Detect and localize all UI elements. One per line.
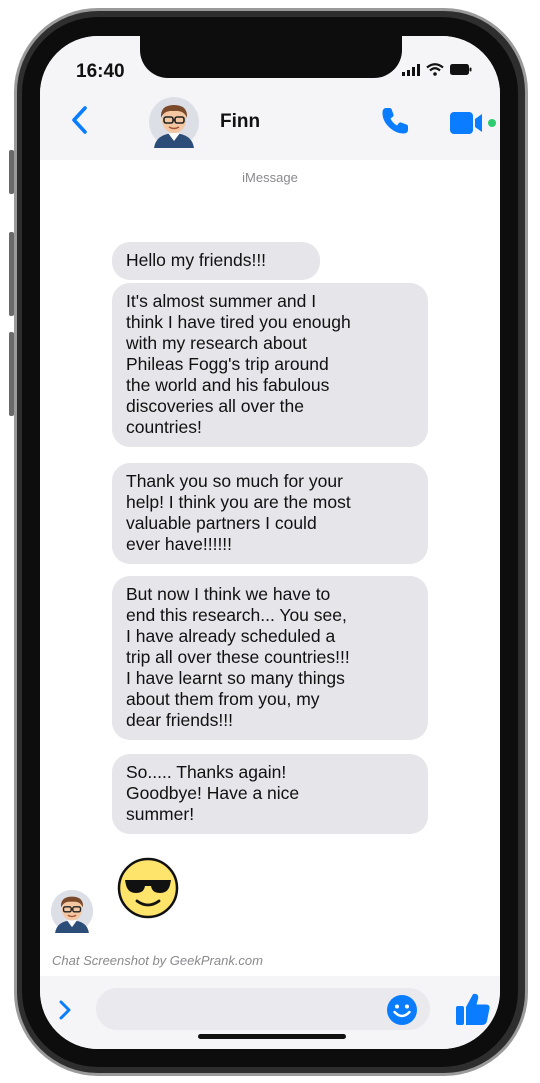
home-indicator xyxy=(198,1034,346,1039)
message-text: Hello my friends!!! xyxy=(126,250,267,270)
status-icons xyxy=(402,63,472,76)
message-bubble[interactable]: Hello my friends!!! xyxy=(112,242,320,280)
message-bubble[interactable]: So..... Thanks again! Goodbye! Have a ni… xyxy=(112,754,428,834)
message-text: Thank you so much for your help! I think… xyxy=(126,471,351,554)
contact-avatar[interactable] xyxy=(148,96,200,148)
thumbs-up-icon[interactable] xyxy=(455,992,491,1026)
message-input[interactable] xyxy=(96,988,430,1030)
message-text: So..... Thanks again! Goodbye! Have a ni… xyxy=(126,762,300,824)
message-bubble[interactable]: But now I think we have to end this rese… xyxy=(112,576,428,740)
watermark-text: Chat Screenshot by GeekPrank.com xyxy=(52,953,263,968)
video-camera-icon[interactable] xyxy=(450,111,498,135)
contact-name[interactable]: Finn xyxy=(220,111,260,133)
message-bubble[interactable]: Thank you so much for your help! I think… xyxy=(112,463,428,564)
mute-switch xyxy=(9,150,14,194)
notch xyxy=(140,36,402,78)
expand-chevron-icon[interactable] xyxy=(58,1000,72,1020)
volume-down-button xyxy=(9,332,14,416)
signal-icon xyxy=(402,63,420,76)
battery-icon xyxy=(450,64,472,75)
status-time: 16:40 xyxy=(76,61,125,82)
chat-header: 16:40 Finn xyxy=(40,36,500,160)
sunglasses-emoji-icon[interactable] xyxy=(116,856,180,920)
phone-icon[interactable] xyxy=(380,106,410,136)
volume-up-button xyxy=(9,232,14,316)
back-chevron-icon[interactable] xyxy=(70,106,88,134)
wifi-icon xyxy=(426,63,444,76)
screen: 16:40 Finn iMessage Hello my friends!!! … xyxy=(40,36,500,1049)
smiley-icon[interactable] xyxy=(386,994,418,1026)
contact-avatar-small[interactable] xyxy=(50,889,94,933)
message-text: But now I think we have to end this rese… xyxy=(126,584,350,730)
message-text: It's almost summer and I think I have ti… xyxy=(126,291,351,437)
service-label: iMessage xyxy=(242,170,298,185)
message-bubble[interactable]: It's almost summer and I think I have ti… xyxy=(112,283,428,447)
